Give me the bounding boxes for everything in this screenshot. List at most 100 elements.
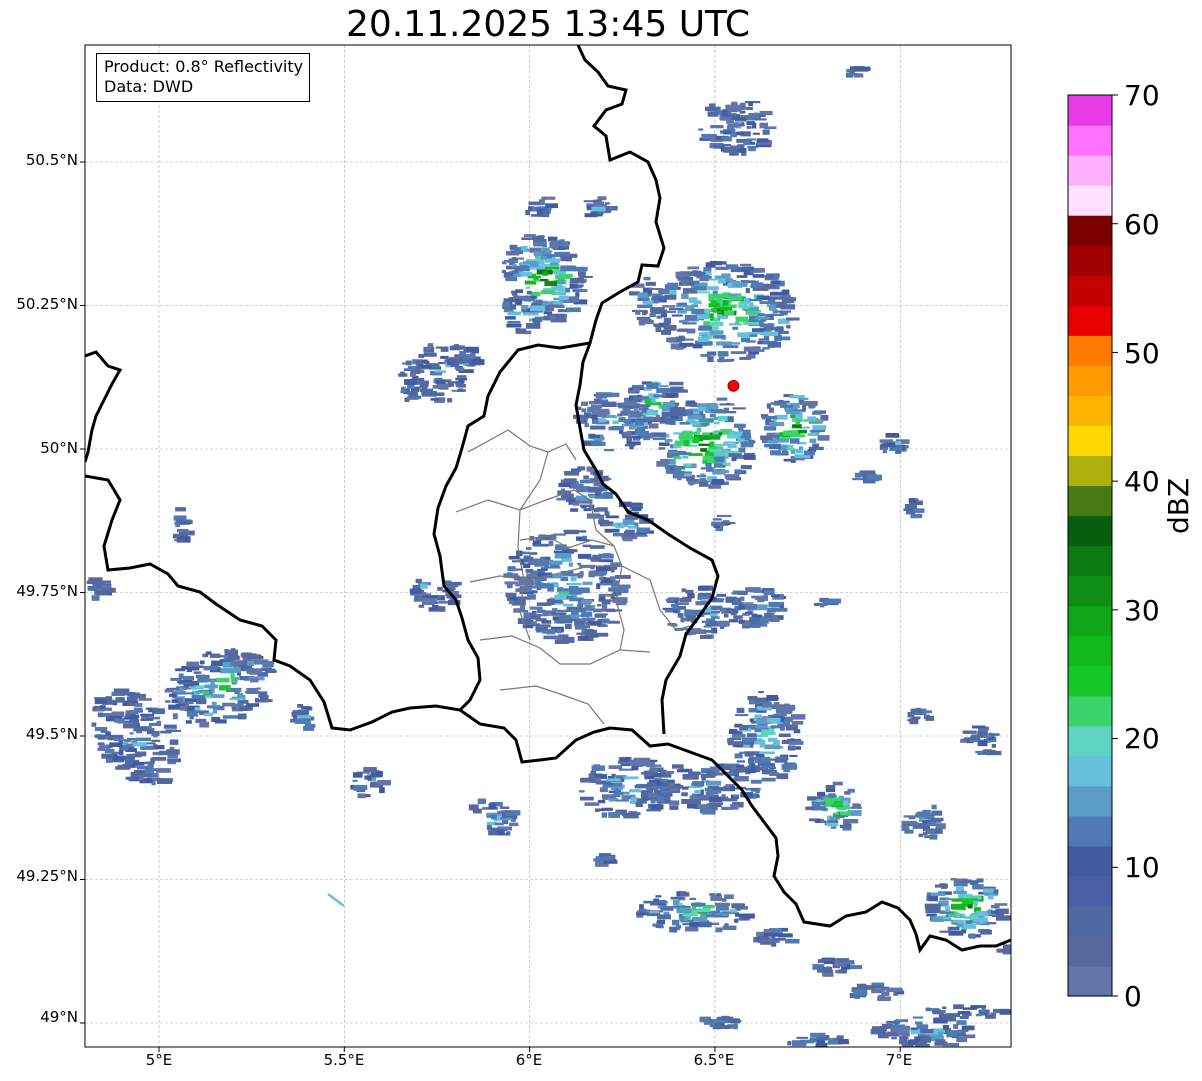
echo-cell	[581, 614, 589, 618]
echo-cell	[534, 562, 550, 567]
echo-cell	[655, 414, 660, 420]
echo-cell	[101, 753, 114, 759]
echo-cell	[191, 667, 200, 671]
echo-cell	[556, 497, 567, 501]
echo-cell	[709, 321, 724, 327]
echo-cell	[664, 439, 673, 442]
echo-cell	[763, 589, 775, 595]
echo-cell	[772, 607, 788, 612]
echo-cell	[178, 673, 184, 680]
echo-cell	[435, 380, 446, 384]
echo-cell	[643, 770, 653, 776]
echo-cell	[678, 902, 683, 906]
echo-cell	[788, 740, 804, 745]
echo-cell	[711, 478, 724, 485]
echo-cell	[509, 822, 519, 827]
echo-cell	[557, 636, 563, 641]
echo-cell	[828, 1039, 835, 1042]
echo-cell	[789, 754, 798, 757]
echo-cell	[645, 398, 652, 405]
echo-cell	[407, 396, 419, 400]
echo-cell	[642, 300, 654, 305]
echo-cell	[668, 307, 684, 310]
echo-cell	[983, 886, 996, 889]
echo-cell	[171, 699, 179, 703]
echo-cell	[560, 255, 570, 261]
echo-cell	[651, 383, 659, 389]
echo-cell	[783, 710, 793, 713]
echo-cell	[716, 298, 723, 303]
echo-cell	[186, 710, 198, 717]
echo-cell	[1011, 940, 1021, 944]
echo-cell	[740, 465, 752, 470]
echo-cell	[672, 605, 678, 610]
echo-cell	[698, 595, 710, 600]
echo-cell	[652, 437, 667, 441]
echo-cell	[624, 444, 636, 447]
echo-cell	[636, 912, 647, 916]
lat-label: 49.5°N	[25, 725, 78, 743]
echo-cell	[733, 794, 738, 798]
echo-cell	[712, 290, 718, 294]
echo-cell	[779, 604, 784, 609]
echo-cell	[705, 286, 719, 291]
echo-cell	[695, 601, 707, 606]
echo-cell	[855, 66, 871, 71]
echo-cell	[752, 132, 760, 135]
echo-cell	[544, 566, 561, 569]
echo-cell	[231, 660, 242, 666]
echo-cell	[745, 106, 753, 111]
echo-cell	[699, 482, 709, 487]
echo-cell	[770, 595, 780, 597]
echo-cell	[115, 697, 125, 703]
echo-cell	[155, 745, 165, 750]
echo-cell	[107, 715, 123, 719]
echo-cell	[683, 774, 699, 780]
border-be-nl-west	[85, 350, 123, 463]
echo-cell	[364, 775, 372, 780]
echo-cell	[602, 797, 609, 800]
echo-cell	[945, 906, 951, 912]
echo-cell	[931, 810, 943, 816]
echo-cell	[746, 138, 756, 141]
echo-cell	[734, 469, 741, 474]
echo-cell	[984, 735, 992, 738]
echo-cell	[656, 781, 663, 786]
echo-cell	[761, 729, 775, 735]
echo-cell	[700, 354, 711, 357]
echo-cell	[736, 131, 745, 136]
echo-cell	[128, 753, 142, 758]
echo-cell	[956, 1033, 963, 1036]
echo-cell	[635, 309, 641, 315]
echo-cell	[798, 446, 803, 449]
echo-cell	[669, 459, 676, 465]
echo-cell	[525, 209, 530, 216]
echo-cell	[797, 429, 807, 434]
echo-cell	[659, 385, 669, 388]
echo-cell	[816, 1039, 826, 1045]
echo-cell	[543, 311, 553, 315]
echo-cell	[584, 423, 589, 428]
echo-cell	[522, 312, 539, 316]
echo-cell	[177, 528, 189, 533]
echo-cell	[148, 722, 158, 727]
echo-cell	[696, 793, 704, 797]
echo-cell	[714, 464, 726, 468]
echo-cell	[508, 812, 516, 816]
echo-cell	[590, 556, 601, 562]
echo-cell	[827, 820, 838, 823]
echo-cell	[680, 617, 688, 621]
echo-cell	[976, 878, 984, 883]
echo-cell	[721, 136, 732, 142]
echo-cell	[133, 761, 145, 766]
echo-cell	[847, 73, 858, 76]
echo-cell	[707, 621, 718, 626]
echo-cell	[890, 1026, 903, 1033]
echo-cell	[542, 631, 548, 634]
echo-cell	[922, 809, 931, 813]
echo-cell	[853, 989, 868, 996]
echo-cell	[682, 283, 688, 286]
echo-cell	[946, 898, 953, 901]
echo-cell	[249, 678, 259, 683]
echo-cell	[938, 1013, 952, 1020]
